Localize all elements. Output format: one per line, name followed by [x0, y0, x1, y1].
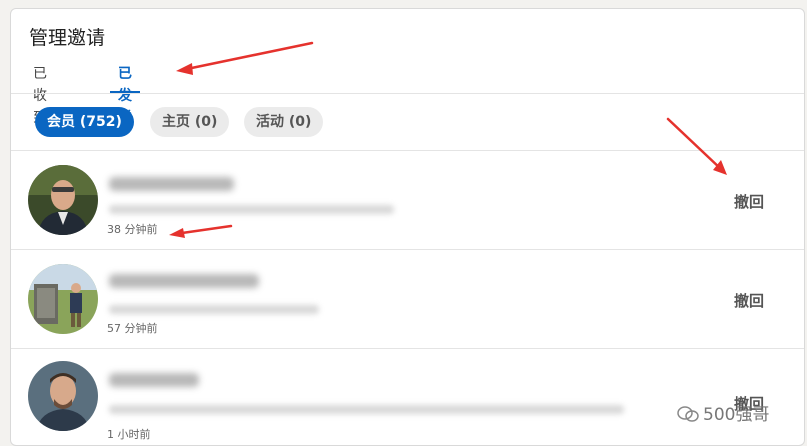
wechat-icon	[677, 406, 699, 422]
arrow-to-withdraw	[666, 117, 724, 172]
arrow-to-sent-tab	[180, 41, 314, 72]
watermark-text: 500强哥	[703, 405, 770, 425]
watermark: 500强哥	[677, 400, 769, 425]
annotation-arrows	[169, 41, 727, 238]
